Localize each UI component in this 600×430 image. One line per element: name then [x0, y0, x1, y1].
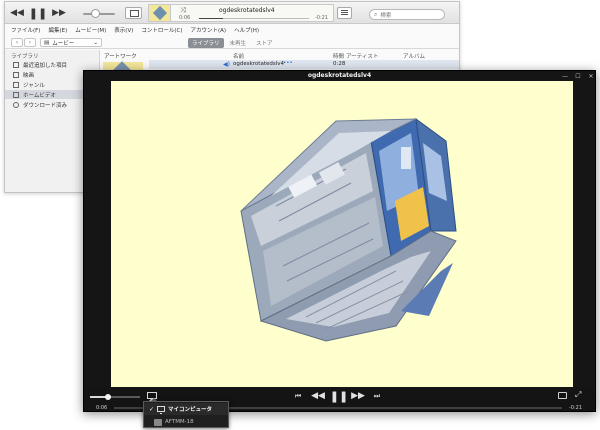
media-type-select[interactable]: ▤ ムービー ⌄ [40, 38, 102, 47]
more-icon[interactable]: ••• [283, 60, 293, 66]
fast-forward-icon[interactable]: ▶▶ [52, 7, 66, 19]
recent-icon [13, 61, 19, 68]
search-icon: ⌕ [374, 10, 378, 18]
media-type-label: ムービー [52, 40, 75, 47]
progress-fill [199, 18, 224, 19]
menu-edit[interactable]: 編集(E) [48, 26, 67, 34]
menu-help[interactable]: ヘルプ(H) [234, 26, 259, 34]
now-playing-display: ⤨ ogdeskrotatedslv4 0:06 -0:21 [148, 4, 334, 22]
table-row[interactable]: ◀) ogdeskrotatedslv4 ••• 0:28 [149, 60, 459, 69]
tv-icon [154, 418, 162, 426]
airplay-option-device[interactable]: AFTMM-18 [144, 416, 228, 428]
film-icon: ▤ [44, 39, 50, 46]
menu-controls[interactable]: コントロール(C) [141, 26, 182, 34]
player-title: ogdeskrotatedslv4 [307, 72, 372, 79]
close-icon[interactable]: ✕ [586, 72, 595, 80]
monitor-icon [157, 406, 165, 414]
speaker-icon: ◀) [223, 61, 230, 68]
menu-file[interactable]: ファイル(F) [11, 26, 40, 34]
volume-slider[interactable] [90, 396, 140, 398]
download-icon [13, 101, 19, 108]
artwork-thumbnail [149, 5, 171, 21]
fast-forward-icon[interactable]: ▶▶ [351, 391, 365, 402]
back-button[interactable]: ‹ [11, 38, 23, 47]
video-frame[interactable] [111, 81, 573, 387]
up-next-button[interactable] [337, 7, 352, 19]
subtitles-icon[interactable] [558, 392, 567, 399]
pause-icon[interactable]: ❚❚ [29, 7, 47, 19]
minimize-icon[interactable]: — [560, 72, 570, 80]
genre-icon [13, 81, 19, 88]
chevron-down-icon: ⌄ [93, 39, 98, 46]
skip-forward-icon[interactable]: ⏭ [373, 391, 381, 402]
column-header-time[interactable]: 時間 [333, 52, 344, 60]
fullscreen-icon[interactable]: ⤢ [575, 390, 581, 400]
skip-back-icon[interactable]: ⏮ [294, 391, 302, 402]
library-tabs: ライブラリ 未再生 ストア [188, 38, 277, 48]
column-header-artwork[interactable]: アートワーク [104, 52, 137, 60]
rewind-icon[interactable]: ◀◀ [311, 391, 325, 402]
sidebar-item-label: 最近追加した項目 [23, 62, 68, 69]
video-player-window: ogdeskrotatedslv4 — ☐ ✕ ⏮ ◀◀ ❚❚ ▶▶ ⏭ ⤢ 0… [83, 70, 596, 412]
menu-account[interactable]: アカウント(A) [191, 26, 227, 34]
tab-unwatched[interactable]: 未再生 [226, 38, 251, 48]
elapsed-time: 0:06 [96, 405, 108, 411]
column-header-name[interactable]: 名前 [233, 52, 244, 60]
rewind-icon[interactable]: ◀◀ [10, 7, 24, 19]
airplay-button[interactable] [125, 7, 142, 19]
sidebar-item-recently-added[interactable]: 最近追加した項目 [13, 60, 99, 69]
sidebar-heading: ライブラリ [11, 54, 39, 60]
menu-movie[interactable]: ムービー(M) [75, 26, 106, 34]
tab-library[interactable]: ライブラリ [188, 38, 224, 48]
airplay-option-label: マイコンピュータ [168, 407, 213, 413]
home-video-icon [13, 91, 19, 98]
rotating-desktop-cube [240, 117, 457, 342]
airplay-menu: ✓ マイコンピュータ AFTMM-18 [143, 398, 229, 428]
sidebar-item-label: ホームビデオ [23, 92, 56, 99]
airplay-option-label: AFTMM-18 [165, 419, 194, 425]
navigation-bar: ‹ › ▤ ムービー ⌄ ライブラリ 未再生 ストア [5, 36, 459, 49]
column-header-album[interactable]: アルバム [403, 52, 425, 60]
sidebar-item-label: 映画 [23, 72, 35, 79]
column-header-artist[interactable]: アーティスト [346, 52, 378, 60]
remaining-time: -0:21 [569, 405, 583, 411]
sidebar-item-label: ダウンロード済み [23, 102, 68, 109]
track-name: ogdeskrotatedslv4 [233, 61, 284, 67]
checkmark-icon: ✓ [149, 405, 155, 413]
airplay-option-my-computer[interactable]: ✓ マイコンピュータ [144, 403, 228, 415]
now-playing-title: ogdeskrotatedslv4 [219, 7, 275, 14]
menu-view[interactable]: 表示(V) [114, 26, 133, 34]
maximize-icon[interactable]: ☐ [573, 72, 583, 80]
volume-knob[interactable] [91, 9, 100, 18]
tab-store[interactable]: ストア [252, 38, 277, 48]
itunes-toolbar: ◀◀ ❚❚ ▶▶ ⤨ ogdeskrotatedslv4 0:06 -0:21 … [5, 2, 459, 24]
search-input[interactable]: ⌕ 検索 [369, 9, 445, 20]
progress-bar[interactable] [199, 18, 309, 19]
pause-icon[interactable]: ❚❚ [330, 391, 348, 402]
elapsed-time: 0:06 [179, 15, 191, 21]
menu-bar: ファイル(F) 編集(E) ムービー(M) 表示(V) コントロール(C) アカ… [5, 25, 459, 35]
shuffle-icon[interactable]: ⤨ [180, 6, 186, 15]
forward-button[interactable]: › [24, 38, 36, 47]
remaining-time: -0:21 [315, 15, 329, 21]
search-placeholder: 検索 [380, 12, 392, 19]
volume-knob[interactable] [105, 394, 111, 400]
track-time: 0:28 [333, 61, 346, 67]
sidebar-item-label: ジャンル [23, 82, 45, 89]
film-icon [13, 71, 19, 78]
